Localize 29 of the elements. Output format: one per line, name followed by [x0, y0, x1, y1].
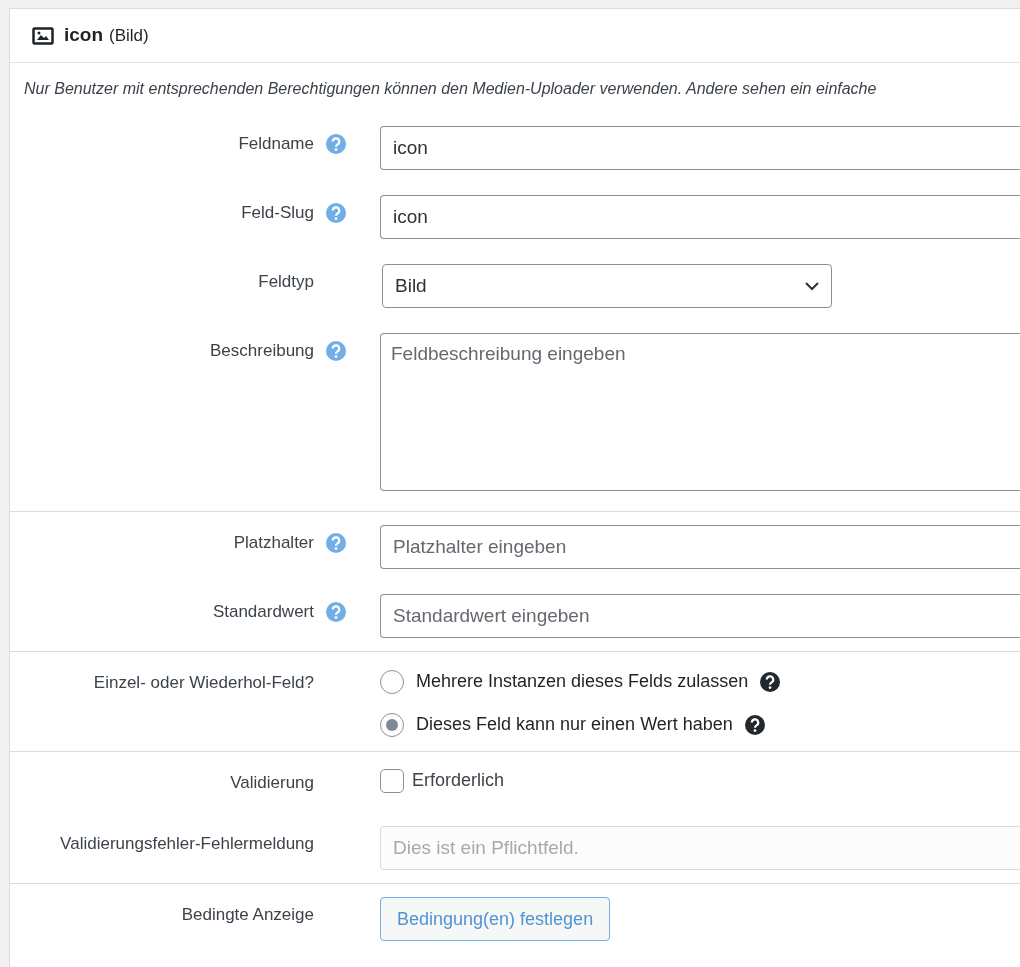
text-field[interactable]: Standardwert eingeben: [380, 594, 1020, 638]
field-type: (Bild): [109, 24, 149, 47]
field-label: Platzhalter: [233, 532, 314, 555]
radio-label: Mehrere Instanzen dieses Felds zulassen: [416, 670, 749, 693]
chevron-down-icon: [805, 281, 819, 291]
field-label: Feldname: [238, 133, 314, 156]
image-icon: [32, 26, 54, 45]
field-label: Bedingte Anzeige: [181, 904, 314, 927]
textarea-field[interactable]: Feldbeschreibung eingeben: [380, 333, 1020, 491]
checkbox[interactable]: [380, 768, 404, 793]
field-label: Standardwert: [212, 601, 314, 624]
field-label: Validierung: [230, 772, 314, 795]
help-icon[interactable]: [744, 714, 765, 735]
text-field[interactable]: icon: [380, 126, 1020, 170]
field-label: Validierungsfehler-Fehlermeldung: [60, 833, 314, 856]
field-label: Einzel- oder Wiederhol-Feld?: [93, 672, 314, 695]
radio-button[interactable]: [380, 669, 404, 694]
radio-button[interactable]: [380, 712, 404, 737]
help-icon[interactable]: [760, 671, 781, 692]
text-field[interactable]: Platzhalter eingeben: [380, 525, 1020, 569]
field-label: Feld-Slug: [241, 202, 314, 225]
checkbox-label: Erforderlich: [412, 769, 505, 792]
field-title: icon: [64, 23, 104, 48]
field-label: Beschreibung: [210, 340, 314, 363]
notice-text: Nur Benutzer mit entsprechenden Berechtigungen können den Medien-Uploader verwenden. Andere sehen ein einfache: [24, 80, 877, 97]
field-label: Feldtyp: [258, 271, 314, 294]
radio-label: Dieses Feld kann nur einen Wert haben: [416, 713, 733, 736]
dropdown[interactable]: Bild: [382, 264, 832, 308]
text-field[interactable]: icon: [380, 195, 1020, 239]
